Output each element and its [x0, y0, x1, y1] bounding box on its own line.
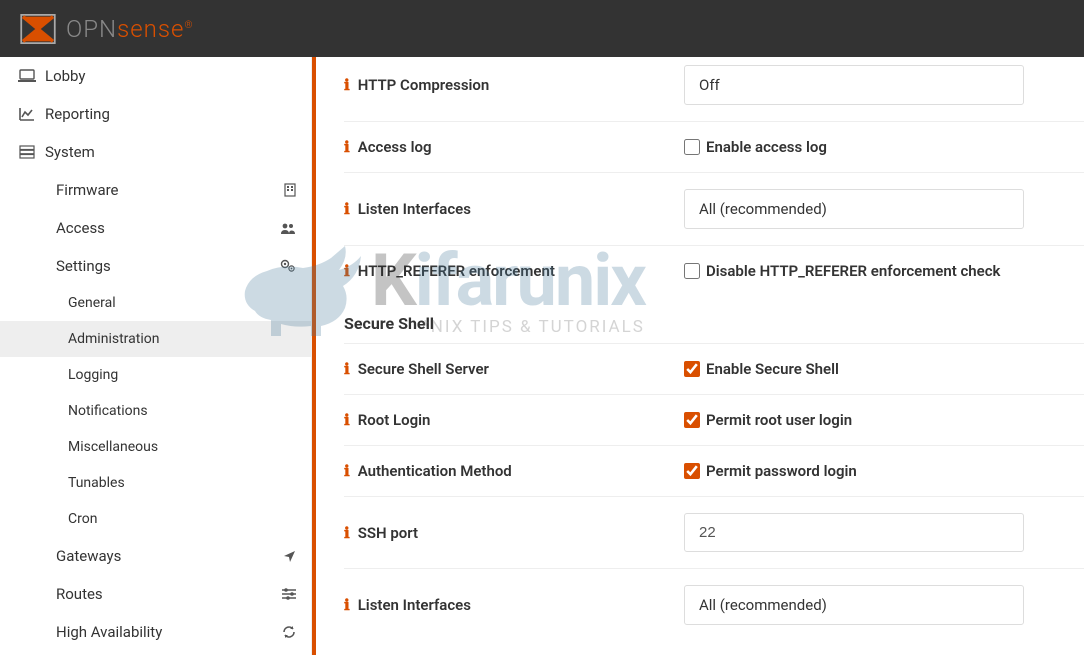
section-secure-shell: Secure Shell	[344, 296, 1084, 343]
sidebar-item-gateways[interactable]: Gateways	[0, 537, 311, 575]
auth-method-checkbox[interactable]	[684, 463, 700, 479]
sidebar-item-general[interactable]: General	[0, 285, 311, 321]
laptop-icon	[15, 69, 39, 83]
checkbox-label: Enable access log	[706, 138, 827, 156]
field-label: Listen Interfaces	[358, 596, 471, 614]
sidebar-item-notifications[interactable]: Notifications	[0, 393, 311, 429]
server-icon	[15, 145, 39, 159]
field-label: SSH port	[358, 524, 418, 542]
sidebar-item-label: Routes	[56, 585, 103, 603]
sidebar-item-logging[interactable]: Logging	[0, 357, 311, 393]
checkbox-label: Disable HTTP_REFERER enforcement check	[706, 262, 1000, 280]
sidebar-item-label: Logging	[68, 367, 118, 383]
sidebar-item-label: Settings	[56, 257, 111, 275]
info-icon[interactable]: ℹ	[344, 524, 350, 542]
sliders-icon	[282, 588, 296, 600]
logo-icon	[20, 14, 66, 44]
info-icon[interactable]: ℹ	[344, 462, 350, 480]
row-listen-interfaces-ssh: ℹ Listen Interfaces All (recommended)	[344, 568, 1084, 641]
sidebar-item-label: High Availability	[56, 623, 162, 641]
sidebar: Lobby Reporting System Firmware Access S…	[0, 57, 312, 655]
info-icon[interactable]: ℹ	[344, 138, 350, 156]
row-ssh-port: ℹ SSH port	[344, 496, 1084, 568]
root-login-checkbox[interactable]	[684, 412, 700, 428]
app-header: OPNsense®	[0, 0, 1084, 57]
listen-interfaces-select[interactable]: All (recommended)	[684, 189, 1024, 229]
info-icon[interactable]: ℹ	[344, 200, 350, 218]
location-arrow-icon	[283, 550, 296, 563]
row-http-compression: ℹ HTTP Compression Off	[344, 57, 1084, 121]
sidebar-item-administration[interactable]: Administration	[0, 321, 311, 357]
refresh-icon	[282, 625, 296, 639]
checkbox-label: Enable Secure Shell	[706, 360, 839, 378]
building-icon	[284, 183, 296, 197]
ssh-port-input[interactable]	[684, 513, 1024, 552]
gears-icon	[280, 259, 296, 273]
sidebar-item-firmware[interactable]: Firmware	[0, 171, 311, 209]
sidebar-item-routes[interactable]: Routes	[0, 575, 311, 613]
info-icon[interactable]: ℹ	[344, 76, 350, 94]
row-secure-shell-server: ℹ Secure Shell Server Enable Secure Shell	[344, 343, 1084, 394]
http-referer-checkbox[interactable]	[684, 263, 700, 279]
sidebar-item-tunables[interactable]: Tunables	[0, 465, 311, 501]
sidebar-item-access[interactable]: Access	[0, 209, 311, 247]
info-icon[interactable]: ℹ	[344, 596, 350, 614]
sidebar-item-label: Firmware	[56, 181, 119, 199]
sidebar-item-label: General	[68, 295, 116, 311]
sidebar-item-label: Administration	[68, 331, 159, 347]
row-root-login: ℹ Root Login Permit root user login	[344, 394, 1084, 445]
sidebar-item-label: Gateways	[56, 547, 121, 565]
checkbox-label: Permit root user login	[706, 411, 852, 429]
sidebar-item-settings[interactable]: Settings	[0, 247, 311, 285]
chart-icon	[15, 107, 39, 121]
sidebar-item-reporting[interactable]: Reporting	[0, 95, 311, 133]
field-label: Secure Shell Server	[358, 360, 489, 378]
row-http-referer: ℹ HTTP_REFERER enforcement Disable HTTP_R…	[344, 245, 1084, 296]
sidebar-item-label: Reporting	[45, 105, 296, 123]
info-icon[interactable]: ℹ	[344, 360, 350, 378]
field-label: Listen Interfaces	[358, 200, 471, 218]
main-content: ℹ HTTP Compression Off ℹ Access log Enable…	[316, 57, 1084, 655]
field-label: HTTP Compression	[358, 76, 490, 94]
brand-logo[interactable]: OPNsense®	[20, 14, 193, 44]
sidebar-item-label: Notifications	[68, 403, 148, 419]
info-icon[interactable]: ℹ	[344, 411, 350, 429]
field-label: Authentication Method	[358, 462, 512, 480]
row-listen-interfaces: ℹ Listen Interfaces All (recommended)	[344, 172, 1084, 245]
sidebar-item-system[interactable]: System	[0, 133, 311, 171]
sidebar-item-lobby[interactable]: Lobby	[0, 57, 311, 95]
sidebar-item-cron[interactable]: Cron	[0, 501, 311, 537]
field-label: Access log	[358, 138, 432, 156]
sidebar-item-label: Lobby	[45, 67, 296, 85]
access-log-checkbox[interactable]	[684, 139, 700, 155]
sidebar-item-label: System	[45, 143, 296, 161]
sidebar-item-high-availability[interactable]: High Availability	[0, 613, 311, 651]
http-compression-select[interactable]: Off	[684, 65, 1024, 105]
field-label: Root Login	[358, 411, 431, 429]
sidebar-item-miscellaneous[interactable]: Miscellaneous	[0, 429, 311, 465]
field-label: HTTP_REFERER enforcement	[358, 262, 555, 280]
logo-text: OPNsense®	[66, 15, 193, 43]
sidebar-item-label: Tunables	[68, 475, 125, 491]
users-icon	[280, 222, 296, 235]
checkbox-label: Permit password login	[706, 462, 857, 480]
row-access-log: ℹ Access log Enable access log	[344, 121, 1084, 172]
section-console-options: Console Options	[344, 641, 1084, 655]
listen-interfaces-ssh-select[interactable]: All (recommended)	[684, 585, 1024, 625]
secure-shell-checkbox[interactable]	[684, 361, 700, 377]
sidebar-item-label: Access	[56, 219, 105, 237]
sidebar-item-label: Cron	[68, 511, 97, 527]
row-auth-method: ℹ Authentication Method Permit password l…	[344, 445, 1084, 496]
info-icon[interactable]: ℹ	[344, 262, 350, 280]
sidebar-item-label: Miscellaneous	[68, 439, 158, 455]
